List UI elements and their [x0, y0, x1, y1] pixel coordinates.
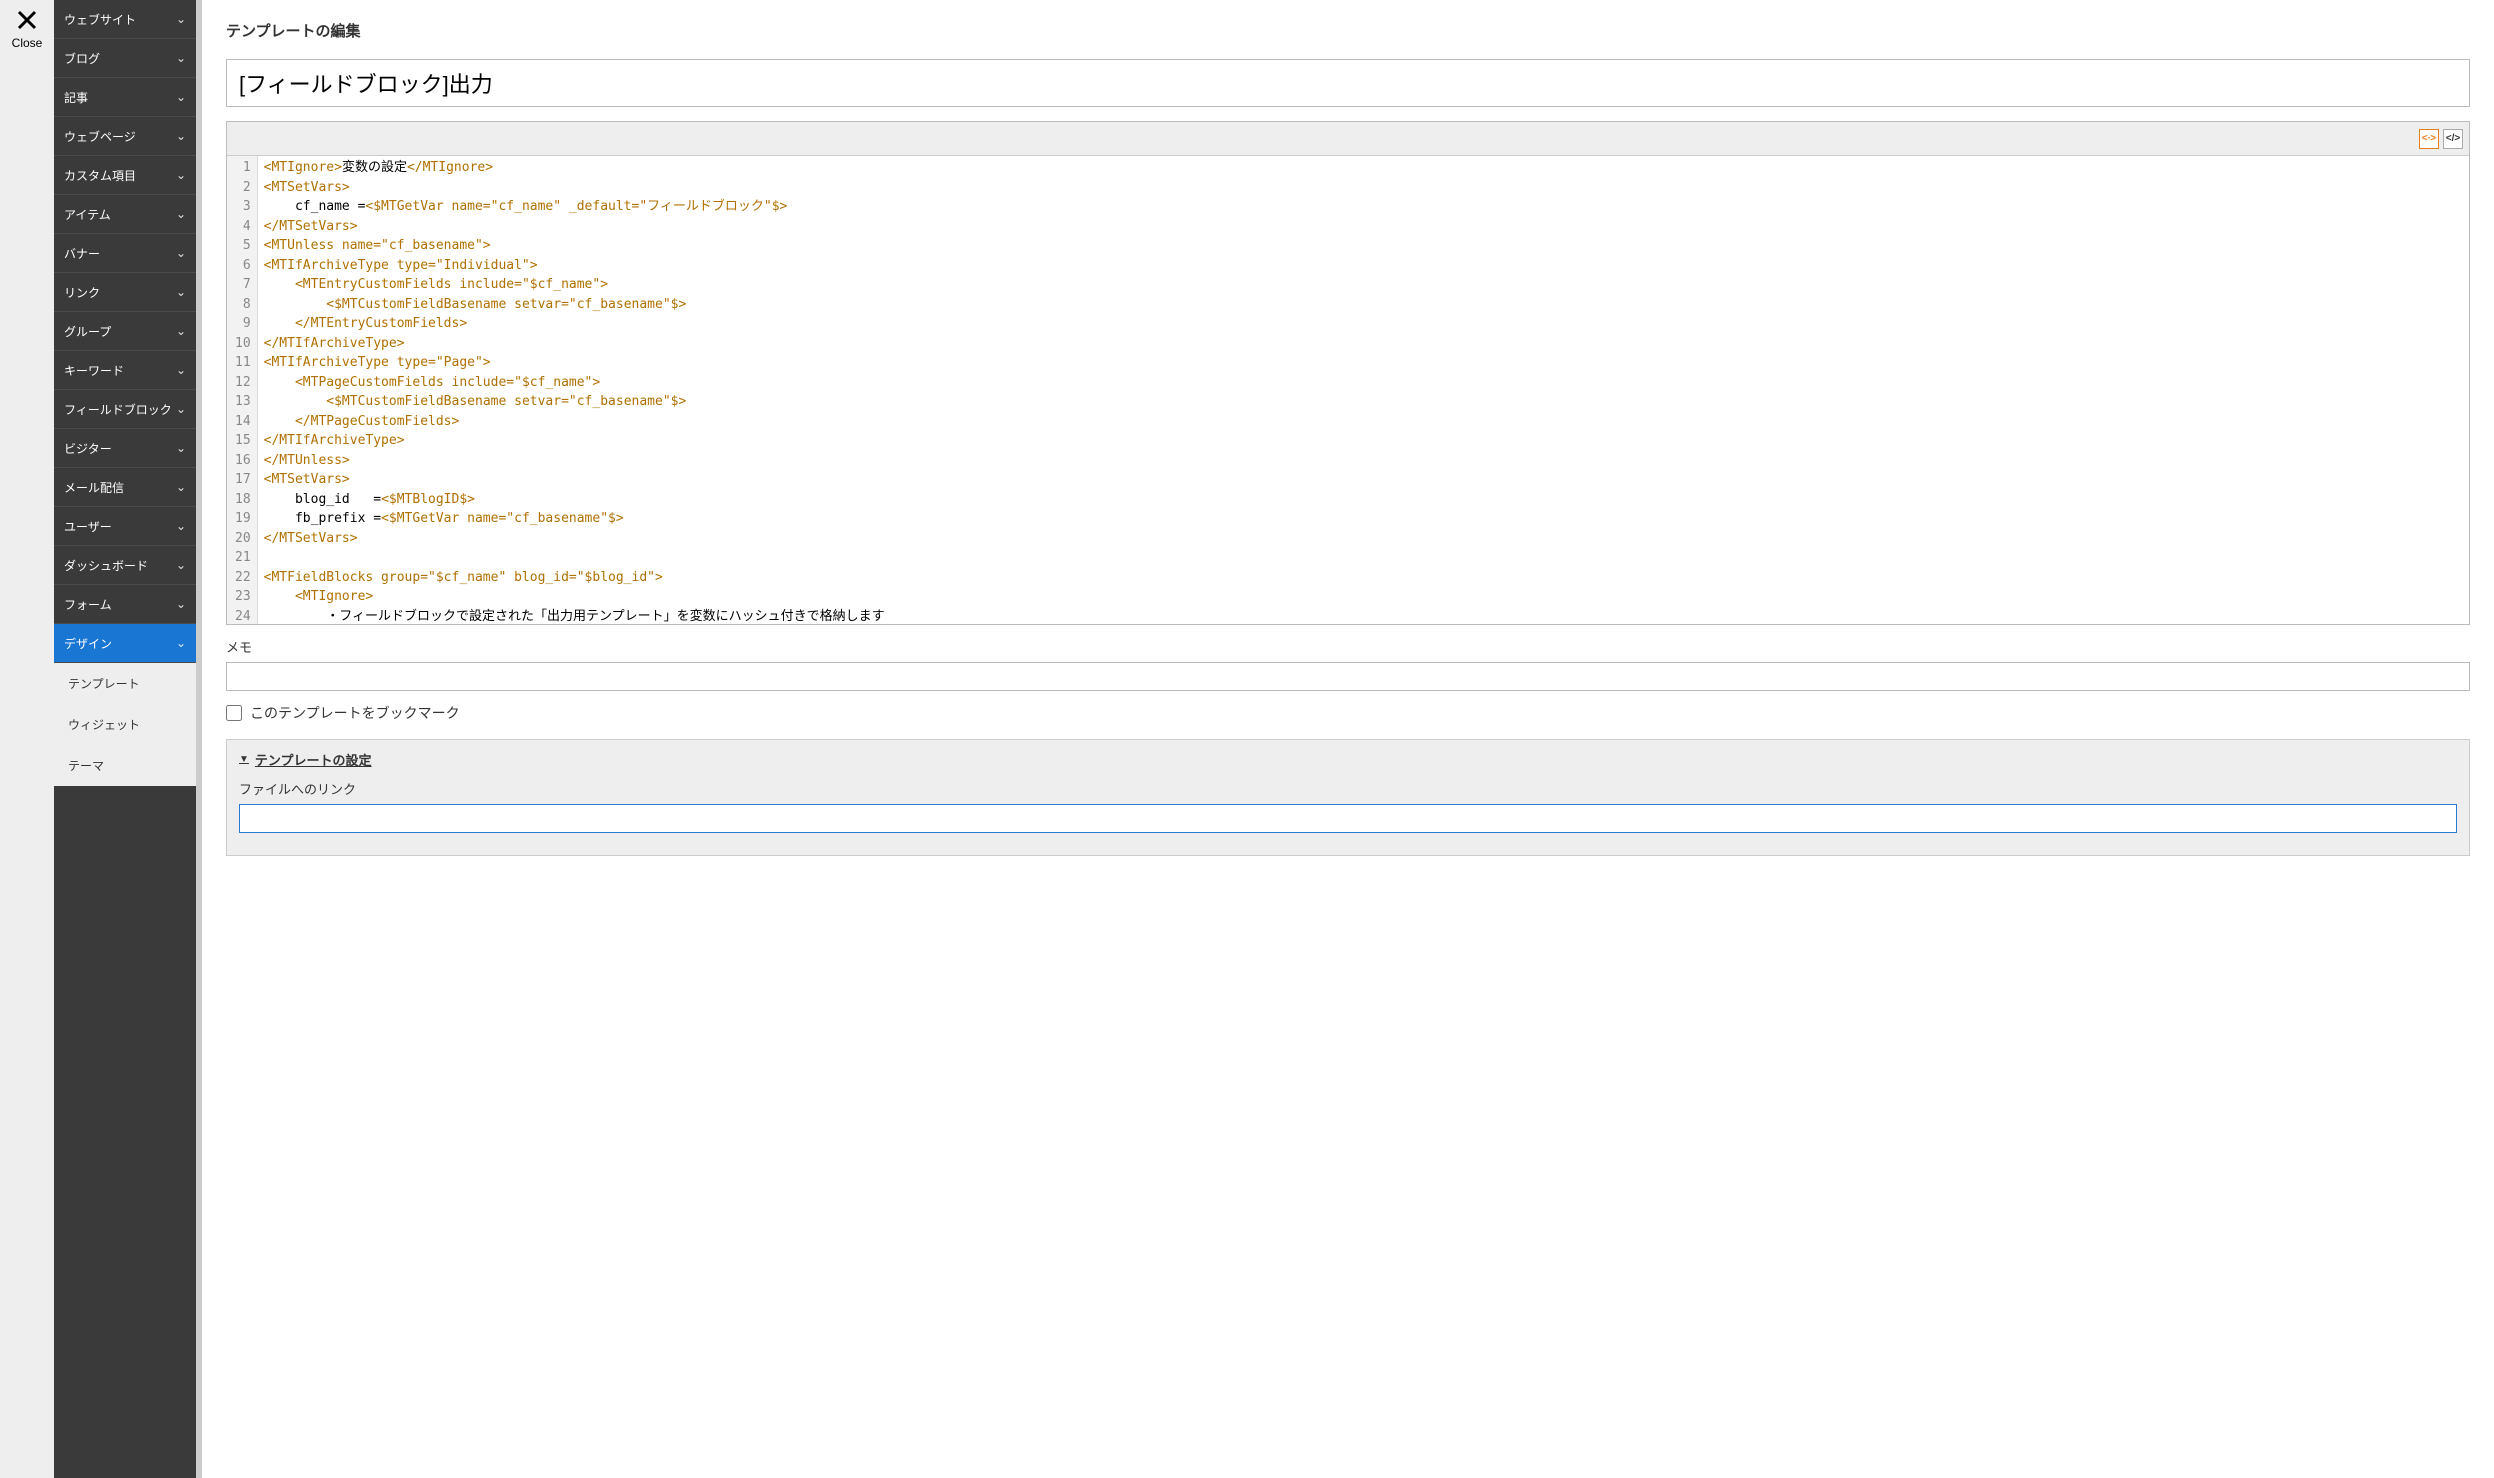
sidebar-item-label: ダッシュボード	[64, 557, 148, 574]
sidebar-item-label: フォーム	[64, 596, 112, 613]
close-button[interactable]: Close	[0, 0, 54, 1478]
sidebar-item-5[interactable]: アイテム ⌄	[54, 195, 196, 234]
sidebar-item-label: バナー	[64, 245, 100, 262]
editor-toolbar: <∙> </>	[227, 122, 2469, 156]
sidebar-item-3[interactable]: ウェブページ ⌄	[54, 117, 196, 156]
sidebar-item-label: グループ	[64, 323, 111, 340]
sidebar-item-label: ビジター	[64, 440, 112, 457]
memo-input[interactable]	[226, 662, 2470, 691]
caret-down-icon: ▼	[239, 754, 249, 765]
code-editor[interactable]: <∙> </> 12345678910111213141516171819202…	[226, 121, 2470, 625]
sidebar: ウェブサイト⌄ブログ⌄記事⌄ウェブページ⌄カスタム項目⌄アイテム⌄バナー⌄リンク…	[54, 0, 202, 1478]
sidebar-item-12[interactable]: メール配信 ⌄	[54, 468, 196, 507]
sidebar-item-10[interactable]: フィールドブロック ⌄	[54, 390, 196, 429]
chevron-down-icon: ⌄	[176, 51, 186, 65]
sidebar-subitem-2[interactable]: テーマ	[54, 745, 196, 786]
close-label: Close	[12, 36, 43, 50]
file-link-label: ファイルへのリンク	[239, 779, 2457, 798]
chevron-down-icon: ⌄	[176, 168, 186, 182]
bookmark-checkbox[interactable]	[226, 705, 242, 721]
chevron-down-icon: ⌄	[176, 480, 186, 494]
sidebar-item-label: ブログ	[64, 50, 100, 67]
editor-code-area[interactable]: <MTIgnore>変数の設定</MTIgnore><MTSetVars> cf…	[258, 156, 2469, 624]
bookmark-label: このテンプレートをブックマーク	[250, 703, 460, 723]
chevron-down-icon: ⌄	[176, 441, 186, 455]
sidebar-item-2[interactable]: 記事 ⌄	[54, 78, 196, 117]
chevron-down-icon: ⌄	[176, 285, 186, 299]
sidebar-item-13[interactable]: ユーザー ⌄	[54, 507, 196, 546]
bookmark-row[interactable]: このテンプレートをブックマーク	[226, 703, 2470, 723]
sidebar-item-1[interactable]: ブログ ⌄	[54, 39, 196, 78]
sidebar-item-label: ウェブサイト	[64, 11, 136, 28]
chevron-down-icon: ⌄	[176, 246, 186, 260]
sidebar-item-4[interactable]: カスタム項目 ⌄	[54, 156, 196, 195]
sidebar-item-label: リンク	[64, 284, 100, 301]
sidebar-item-label: フィールドブロック	[64, 401, 172, 418]
sidebar-item-7[interactable]: リンク ⌄	[54, 273, 196, 312]
close-icon	[15, 8, 39, 32]
chevron-down-icon: ⌄	[176, 558, 186, 572]
sidebar-subitem-0[interactable]: テンプレート	[54, 663, 196, 704]
chevron-down-icon: ⌄	[176, 324, 186, 338]
sidebar-subitem-1[interactable]: ウィジェット	[54, 704, 196, 745]
sidebar-item-0[interactable]: ウェブサイト ⌄	[54, 0, 196, 39]
chevron-down-icon: ⌄	[176, 12, 186, 26]
sidebar-item-16[interactable]: デザイン ⌄	[54, 624, 196, 663]
editor-mode-source-icon[interactable]: </>	[2443, 129, 2463, 149]
file-link-input[interactable]	[239, 804, 2457, 833]
sidebar-item-15[interactable]: フォーム ⌄	[54, 585, 196, 624]
sidebar-item-label: カスタム項目	[64, 167, 136, 184]
page-title: テンプレートの編集	[226, 20, 2470, 41]
sidebar-item-label: デザイン	[64, 635, 112, 652]
chevron-down-icon: ⌄	[176, 402, 186, 416]
chevron-down-icon: ⌄	[176, 636, 186, 650]
sidebar-item-label: ユーザー	[64, 518, 112, 535]
editor-gutter: 1234567891011121314151617181920212223242…	[227, 156, 258, 624]
sidebar-item-14[interactable]: ダッシュボード ⌄	[54, 546, 196, 585]
sidebar-item-label: ウェブページ	[64, 128, 136, 145]
template-name-input[interactable]	[226, 59, 2470, 107]
template-settings-panel: ▼ テンプレートの設定 ファイルへのリンク	[226, 739, 2470, 856]
sidebar-item-9[interactable]: キーワード ⌄	[54, 351, 196, 390]
chevron-down-icon: ⌄	[176, 207, 186, 221]
chevron-down-icon: ⌄	[176, 90, 186, 104]
memo-label: メモ	[226, 637, 2470, 656]
sidebar-item-6[interactable]: バナー ⌄	[54, 234, 196, 273]
editor-mode-code-icon[interactable]: <∙>	[2419, 129, 2439, 149]
chevron-down-icon: ⌄	[176, 519, 186, 533]
template-settings-title: テンプレートの設定	[255, 750, 372, 769]
main-content: テンプレートの編集 <∙> </> 1234567891011121314151…	[202, 0, 2494, 1478]
chevron-down-icon: ⌄	[176, 363, 186, 377]
sidebar-item-label: メール配信	[64, 479, 124, 496]
chevron-down-icon: ⌄	[176, 129, 186, 143]
chevron-down-icon: ⌄	[176, 597, 186, 611]
sidebar-item-label: アイテム	[64, 206, 111, 223]
sidebar-item-label: 記事	[64, 89, 88, 106]
sidebar-item-label: キーワード	[64, 362, 124, 379]
sidebar-item-11[interactable]: ビジター ⌄	[54, 429, 196, 468]
sidebar-item-8[interactable]: グループ ⌄	[54, 312, 196, 351]
template-settings-toggle[interactable]: ▼ テンプレートの設定	[239, 750, 2457, 769]
